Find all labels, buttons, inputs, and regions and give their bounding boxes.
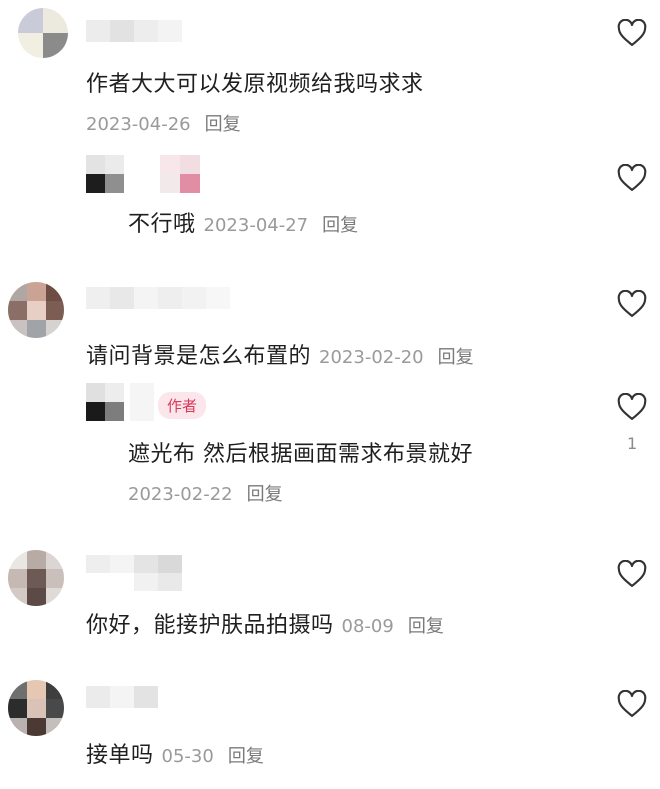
comment-date: 08-09 — [341, 616, 394, 637]
heart-outline-icon[interactable] — [617, 164, 647, 192]
reply-button[interactable]: 回复 — [247, 484, 283, 505]
reply-button[interactable]: 回复 — [205, 114, 241, 135]
username-redacted[interactable] — [86, 287, 230, 309]
username-redacted[interactable] — [130, 383, 154, 421]
comment-content: 你好，能接护肤品拍摄吗 — [86, 613, 334, 638]
avatar[interactable] — [8, 680, 64, 736]
reply-content: 不行哦 — [128, 212, 196, 237]
like-count: 1 — [627, 434, 638, 453]
username-redacted[interactable] — [86, 20, 182, 42]
reply-text: 不行哦 2023-04-27 回复 — [128, 206, 358, 238]
heart-outline-icon[interactable] — [617, 690, 647, 718]
reply-button[interactable]: 回复 — [408, 616, 444, 637]
avatar[interactable] — [8, 550, 64, 606]
comment-content: 请问背景是怎么布置的 — [86, 344, 312, 369]
reply-button[interactable]: 回复 — [438, 347, 474, 368]
reply-button[interactable]: 回复 — [228, 746, 264, 767]
comment-date: 2023-04-26 — [86, 114, 191, 135]
comment-date: 05-30 — [161, 746, 214, 767]
comment-text: 你好，能接护肤品拍摄吗 08-09 回复 — [86, 607, 444, 639]
reply-meta: 2023-04-27 回复 — [204, 215, 359, 236]
comment-meta: 05-30 回复 — [162, 746, 264, 767]
avatar[interactable] — [8, 282, 64, 338]
comment-date: 2023-02-20 — [319, 347, 424, 368]
comment-text: 接单吗 05-30 回复 — [86, 737, 264, 769]
heart-outline-icon[interactable] — [617, 393, 647, 421]
heart-outline-icon[interactable] — [617, 560, 647, 588]
reply-button[interactable]: 回复 — [322, 215, 358, 236]
author-badge: 作者 — [158, 392, 207, 419]
avatar[interactable] — [18, 8, 68, 58]
avatar[interactable] — [86, 155, 124, 193]
comment-meta: 08-09 回复 — [342, 616, 444, 637]
comment-text: 作者大大可以发原视频给我吗求求 — [86, 72, 424, 97]
reply-date: 2023-02-22 — [128, 484, 233, 505]
username-redacted[interactable] — [86, 686, 158, 708]
reply-text: 遮光布 然后根据画面需求布景就好 — [128, 442, 473, 467]
username-redacted[interactable] — [160, 155, 200, 193]
avatar[interactable] — [86, 383, 124, 421]
comment-meta: 2023-02-20 回复 — [319, 347, 474, 368]
heart-outline-icon[interactable] — [617, 19, 647, 47]
username-redacted[interactable] — [86, 555, 182, 591]
comment-content: 接单吗 — [86, 743, 154, 768]
heart-outline-icon[interactable] — [617, 290, 647, 318]
reply-meta: 2023-02-22 回复 — [128, 480, 283, 506]
comment-meta: 2023-04-26 回复 — [86, 110, 241, 136]
comment-text: 请问背景是怎么布置的 2023-02-20 回复 — [86, 338, 474, 370]
reply-date: 2023-04-27 — [203, 215, 309, 236]
